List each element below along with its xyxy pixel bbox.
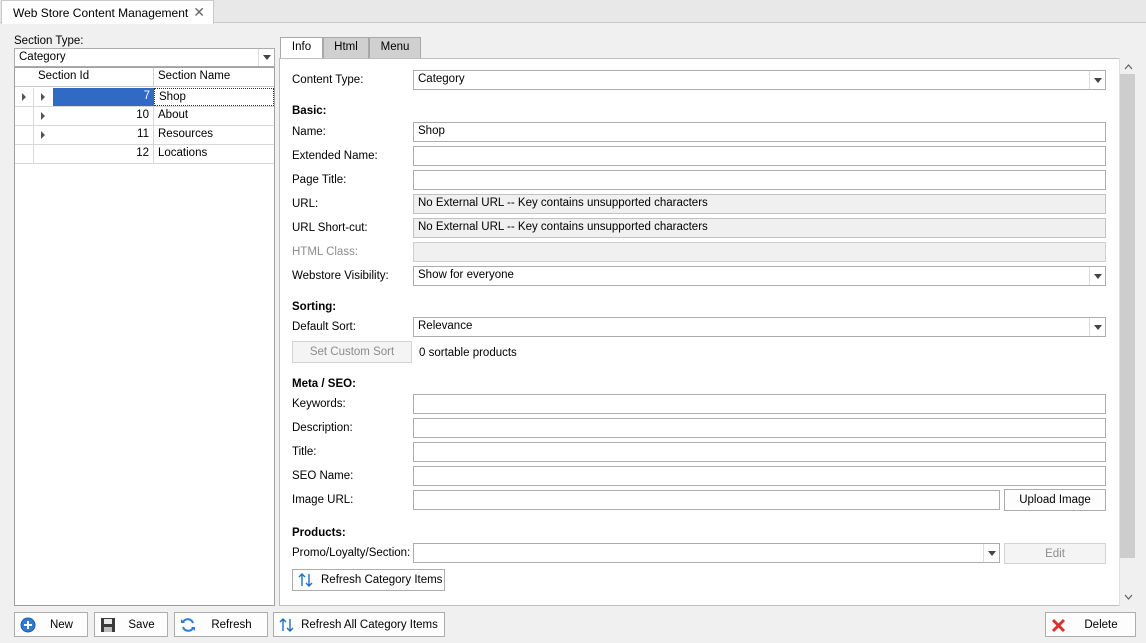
cell-section-name[interactable]: About: [154, 107, 274, 125]
description-input[interactable]: [413, 418, 1106, 438]
seo-name-input[interactable]: [413, 466, 1106, 486]
cell-section-id[interactable]: 10: [53, 107, 154, 125]
content-type-select[interactable]: Category: [413, 70, 1106, 90]
tab-info[interactable]: Info: [280, 37, 323, 59]
cell-section-id[interactable]: 12: [53, 145, 154, 163]
refresh-category-items-button[interactable]: Refresh Category Items: [292, 569, 445, 591]
description-label: Description:: [292, 422, 353, 434]
table-row[interactable]: 12 Locations: [15, 145, 274, 164]
add-circle-icon: [20, 617, 36, 632]
refresh-button-label: Refresh: [211, 618, 252, 631]
delete-button-label: Delete: [1084, 618, 1118, 631]
upload-image-button[interactable]: Upload Image: [1004, 489, 1106, 511]
edit-button[interactable]: Edit: [1004, 543, 1106, 564]
refresh-category-items-label: Refresh Category Items: [321, 574, 443, 586]
table-row[interactable]: 11 Resources: [15, 126, 274, 145]
html-class-label: HTML Class:: [292, 246, 359, 258]
chevron-down-icon[interactable]: [983, 544, 999, 562]
expand-arrow-icon[interactable]: [41, 112, 45, 120]
promo-loyalty-section-select[interactable]: [413, 543, 1000, 563]
tab-html[interactable]: Html: [323, 37, 369, 58]
url-field: No External URL -- Key contains unsuppor…: [413, 194, 1106, 214]
page-title-input[interactable]: [413, 170, 1106, 190]
page-title-label: Page Title:: [292, 174, 347, 186]
content-type-value: Category: [418, 73, 465, 85]
image-url-input[interactable]: [413, 490, 1000, 510]
sort-arrows-icon: [279, 617, 294, 632]
default-sort-label: Default Sort:: [292, 321, 356, 333]
html-class-input: [413, 242, 1106, 262]
default-sort-value: Relevance: [418, 320, 473, 332]
cell-section-name[interactable]: Locations: [154, 145, 274, 163]
refresh-all-category-items-label: Refresh All Category Items: [301, 618, 438, 631]
name-input[interactable]: Shop: [413, 122, 1106, 142]
vertical-scrollbar-thumb[interactable]: [1120, 74, 1135, 558]
document-tab-title: Web Store Content Management: [13, 6, 189, 20]
seo-name-label: SEO Name:: [292, 470, 354, 482]
sorting-section-header: Sorting:: [292, 301, 337, 313]
column-header-section-name[interactable]: Section Name: [154, 68, 274, 87]
content-type-label: Content Type:: [292, 74, 364, 86]
keywords-input[interactable]: [413, 394, 1106, 414]
url-shortcut-field: No External URL -- Key contains unsuppor…: [413, 218, 1106, 238]
floppy-disk-icon: [101, 617, 115, 632]
cell-section-name[interactable]: Resources: [154, 126, 274, 144]
save-button[interactable]: Save: [94, 612, 168, 637]
sortable-products-count: 0 sortable products: [419, 347, 517, 359]
new-button[interactable]: New: [14, 612, 88, 637]
default-sort-select[interactable]: Relevance: [413, 317, 1106, 337]
document-tab[interactable]: Web Store Content Management ✕: [1, 0, 214, 24]
expand-arrow-icon[interactable]: [41, 93, 45, 101]
expand-arrow-icon[interactable]: [41, 131, 45, 139]
section-type-value: Category: [19, 51, 66, 63]
section-type-select[interactable]: Category: [14, 48, 275, 67]
cell-section-name[interactable]: Shop: [154, 88, 274, 106]
refresh-icon: [181, 617, 195, 632]
tab-menu[interactable]: Menu: [369, 37, 421, 58]
set-custom-sort-button[interactable]: Set Custom Sort: [292, 341, 412, 363]
table-row[interactable]: 10 About: [15, 107, 274, 126]
close-icon[interactable]: ✕: [193, 4, 205, 21]
promo-loyalty-section-label: Promo/Loyalty/Section:: [292, 547, 411, 559]
table-row[interactable]: 7 Shop: [15, 88, 274, 107]
cell-section-id[interactable]: 7: [53, 88, 154, 106]
scroll-down-icon[interactable]: [1121, 590, 1136, 604]
basic-section-header: Basic:: [292, 105, 327, 117]
row-indicator-icon: [22, 93, 26, 101]
keywords-label: Keywords:: [292, 398, 346, 410]
refresh-button[interactable]: Refresh: [174, 612, 268, 637]
webstore-visibility-label: Webstore Visibility:: [292, 270, 389, 282]
chevron-down-icon[interactable]: [258, 49, 274, 66]
webstore-visibility-value: Show for everyone: [418, 269, 514, 281]
section-type-label: Section Type:: [14, 35, 84, 47]
seo-title-label: Title:: [292, 446, 317, 458]
save-button-label: Save: [128, 618, 155, 631]
url-shortcut-label: URL Short-cut:: [292, 222, 368, 234]
chevron-down-icon[interactable]: [1089, 267, 1105, 285]
products-section-header: Products:: [292, 527, 346, 539]
grid-row-header: [15, 68, 35, 87]
new-button-label: New: [49, 618, 73, 631]
cell-section-id[interactable]: 11: [53, 126, 154, 144]
refresh-all-category-items-button[interactable]: Refresh All Category Items: [273, 612, 445, 637]
url-label: URL:: [292, 198, 319, 210]
webstore-visibility-select[interactable]: Show for everyone: [413, 266, 1106, 286]
seo-title-input[interactable]: [413, 442, 1106, 462]
chevron-down-icon[interactable]: [1089, 318, 1105, 336]
column-header-section-id[interactable]: Section Id: [34, 68, 154, 87]
extended-name-label: Extended Name:: [292, 150, 378, 162]
sort-arrows-icon: [298, 573, 313, 587]
delete-x-icon: [1051, 618, 1066, 632]
name-label: Name:: [292, 126, 326, 138]
extended-name-input[interactable]: [413, 146, 1106, 166]
meta-seo-section-header: Meta / SEO:: [292, 378, 356, 390]
image-url-label: Image URL:: [292, 494, 354, 506]
scroll-up-icon[interactable]: [1121, 60, 1136, 74]
delete-button[interactable]: Delete: [1045, 612, 1136, 637]
sections-grid[interactable]: Section Id Section Name 7 Shop 10 About …: [14, 67, 275, 606]
chevron-down-icon[interactable]: [1089, 71, 1105, 89]
